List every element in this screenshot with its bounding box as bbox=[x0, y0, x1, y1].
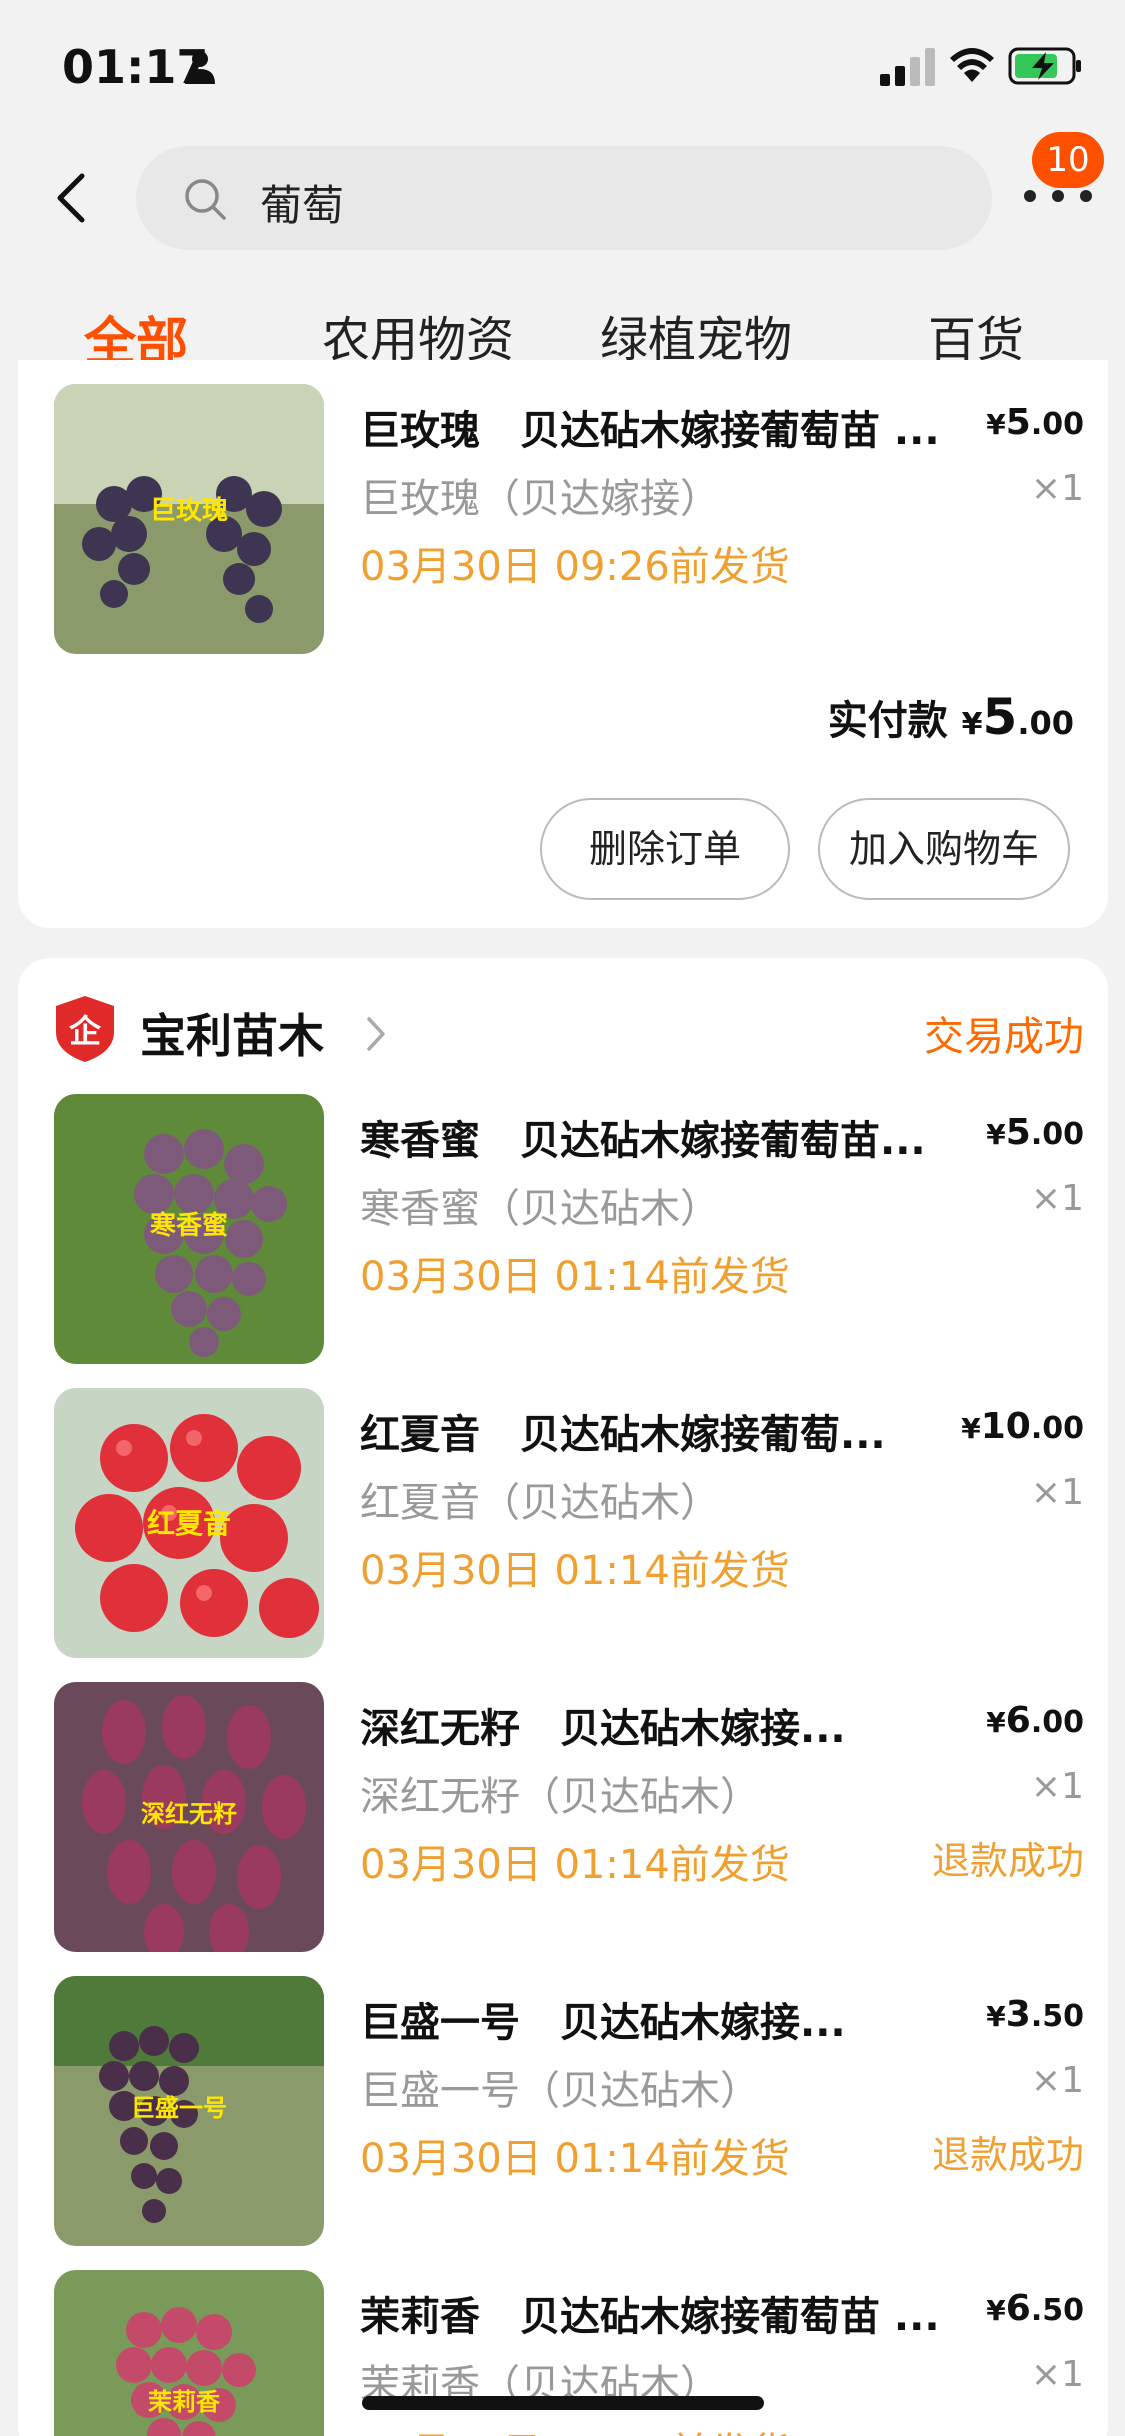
chevron-right-icon bbox=[367, 1017, 385, 1051]
add-to-cart-button[interactable]: 加入购物车 bbox=[818, 798, 1070, 900]
product-thumbnail[interactable]: 深红无籽 bbox=[54, 1682, 324, 1952]
shop-name[interactable]: 宝利苗木 bbox=[140, 1000, 324, 1066]
refund-status: 退款成功 bbox=[931, 2133, 1084, 2177]
shipping-deadline: 03月30日 01:14前发货 bbox=[360, 1254, 790, 1300]
wifi-icon bbox=[950, 48, 994, 82]
order-card: 巨玫瑰 巨玫瑰 贝达砧木嫁接葡萄苗 ... ¥5.00 巨玫瑰（贝达嫁接） ×1… bbox=[18, 360, 1108, 928]
shop-header[interactable]: 企 宝利苗木 交易成功 bbox=[54, 986, 1094, 1076]
product-price: ¥5.00 bbox=[986, 402, 1084, 443]
product-quantity: ×1 bbox=[1030, 2060, 1084, 2101]
product-sku: 寒香蜜（贝达砧木） bbox=[360, 1186, 720, 1232]
price-currency: ¥ bbox=[986, 1706, 1006, 1739]
price-decimal: .00 bbox=[1030, 1705, 1084, 1740]
product-sku: 巨盛一号（贝达砧木） bbox=[360, 2068, 760, 2114]
product-thumbnail[interactable]: 寒香蜜 bbox=[54, 1094, 324, 1364]
price-decimal: .50 bbox=[1030, 2293, 1084, 2328]
search-icon bbox=[185, 179, 226, 220]
notification-badge: 10 bbox=[1032, 132, 1104, 188]
search-input[interactable]: 葡萄 bbox=[136, 146, 992, 250]
shop-logo-icon: 企 bbox=[56, 996, 114, 1062]
order-item[interactable]: 巨盛一号 巨盛一号 贝达砧木嫁接... ¥3.50 巨盛一号（贝达砧木） ×1 … bbox=[54, 1976, 1094, 2246]
price-currency: ¥ bbox=[986, 2000, 1006, 2033]
paid-integer: 5 bbox=[982, 688, 1018, 746]
shipping-deadline: 03月30日 09:26前发货 bbox=[360, 544, 790, 590]
product-title[interactable]: 寒香蜜 贝达砧木嫁接葡萄苗... bbox=[360, 1108, 940, 1166]
product-thumbnail[interactable]: 巨盛一号 bbox=[54, 1976, 324, 2246]
order-item[interactable]: 深红无籽 深红无籽 贝达砧木嫁接... ¥6.00 深红无籽（贝达砧木） ×1 … bbox=[54, 1682, 1094, 1952]
price-currency: ¥ bbox=[961, 1412, 981, 1445]
product-title[interactable]: 深红无籽 贝达砧木嫁接... bbox=[360, 1696, 940, 1754]
signal-icon bbox=[880, 48, 935, 86]
shipping-deadline: 03月30日 01:14前发货 bbox=[360, 1548, 790, 1594]
product-price: ¥6.00 bbox=[986, 1700, 1084, 1741]
thumbnail-label: 茉莉香 bbox=[148, 2388, 221, 2416]
price-decimal: .00 bbox=[1030, 1117, 1084, 1152]
price-integer: 5 bbox=[1005, 402, 1031, 443]
product-sku: 巨玫瑰（贝达嫁接） bbox=[360, 476, 720, 522]
order-item[interactable]: 寒香蜜 寒香蜜 贝达砧木嫁接葡萄苗... ¥5.00 寒香蜜（贝达砧木） ×1 … bbox=[54, 1094, 1094, 1364]
price-integer: 3 bbox=[1005, 1994, 1031, 2035]
product-thumbnail[interactable]: 红夏音 bbox=[54, 1388, 324, 1658]
price-integer: 6 bbox=[1005, 1700, 1031, 1741]
thumbnail-label: 红夏音 bbox=[147, 1507, 231, 1540]
order-item[interactable]: 茉莉香 茉莉香 贝达砧木嫁接葡萄苗 ... ¥6.50 茉莉香（贝达砧木） ×1… bbox=[54, 2270, 1094, 2436]
product-title[interactable]: 巨盛一号 贝达砧木嫁接... bbox=[360, 1990, 940, 2048]
product-thumbnail[interactable]: 茉莉香 bbox=[54, 2270, 324, 2436]
status-bar: 01:17 bbox=[0, 0, 1125, 140]
product-sku: 红夏音（贝达砧木） bbox=[360, 1480, 720, 1526]
product-quantity: ×1 bbox=[1030, 2354, 1084, 2395]
product-price: ¥6.50 bbox=[986, 2288, 1084, 2329]
price-currency: ¥ bbox=[986, 2294, 1006, 2327]
price-currency: ¥ bbox=[986, 1118, 1006, 1151]
back-arrow-icon[interactable] bbox=[52, 170, 92, 226]
product-sku: 深红无籽（贝达砧木） bbox=[360, 1774, 760, 1820]
shipping-deadline: 03月30日 01:14前发货 bbox=[360, 1842, 790, 1888]
product-title[interactable]: 茉莉香 贝达砧木嫁接葡萄苗 ... bbox=[360, 2284, 940, 2342]
product-price: ¥10.00 bbox=[961, 1406, 1084, 1447]
paid-label: 实付款 bbox=[827, 698, 948, 744]
delete-order-button[interactable]: 删除订单 bbox=[540, 798, 790, 900]
thumbnail-label: 寒香蜜 bbox=[150, 1210, 228, 1241]
product-quantity: ×1 bbox=[1030, 1766, 1084, 1807]
person-icon bbox=[185, 51, 215, 84]
refund-status: 退款成功 bbox=[931, 1839, 1084, 1883]
home-indicator[interactable] bbox=[362, 2396, 764, 2410]
product-title[interactable]: 红夏音 贝达砧木嫁接葡萄... bbox=[360, 1402, 940, 1460]
search-query: 葡萄 bbox=[260, 181, 345, 230]
price-integer: 6 bbox=[1005, 2288, 1031, 2329]
product-thumbnail[interactable]: 巨玫瑰 bbox=[54, 384, 324, 654]
order-item[interactable]: 红夏音 红夏音 贝达砧木嫁接葡萄... ¥10.00 红夏音（贝达砧木） ×1 … bbox=[54, 1388, 1094, 1658]
paid-currency: ¥ bbox=[961, 707, 983, 742]
product-quantity: ×1 bbox=[1030, 1472, 1084, 1513]
product-quantity: ×1 bbox=[1030, 468, 1084, 509]
order-item[interactable]: 巨玫瑰 巨玫瑰 贝达砧木嫁接葡萄苗 ... ¥5.00 巨玫瑰（贝达嫁接） ×1… bbox=[54, 384, 1094, 654]
price-decimal: .00 bbox=[1030, 407, 1084, 442]
price-integer: 10 bbox=[980, 1406, 1031, 1447]
product-title[interactable]: 巨玫瑰 贝达砧木嫁接葡萄苗 ... bbox=[360, 398, 940, 456]
thumbnail-label: 巨盛一号 bbox=[131, 2094, 227, 2122]
thumbnail-label: 巨玫瑰 bbox=[150, 496, 228, 526]
svg-text:企: 企 bbox=[69, 1012, 102, 1050]
price-currency: ¥ bbox=[986, 408, 1006, 441]
product-quantity: ×1 bbox=[1030, 1178, 1084, 1219]
shipping-deadline: 03月30日 01:14前发货 bbox=[360, 2136, 790, 2182]
thumbnail-label: 深红无籽 bbox=[141, 1800, 237, 1828]
order-card: 企 宝利苗木 交易成功 寒香蜜 寒香蜜 贝达砧木嫁接葡萄苗... ¥5.00 寒… bbox=[18, 958, 1108, 2436]
price-decimal: .50 bbox=[1030, 1999, 1084, 2034]
shipping-deadline: 03月30日 01:14前发货 bbox=[360, 2420, 790, 2436]
price-integer: 5 bbox=[1005, 1112, 1031, 1153]
paid-decimal: .00 bbox=[1017, 704, 1074, 742]
product-price: ¥3.50 bbox=[986, 1994, 1084, 2035]
order-status: 交易成功 bbox=[924, 1014, 1084, 1060]
product-price: ¥5.00 bbox=[986, 1112, 1084, 1153]
price-decimal: .00 bbox=[1030, 1411, 1084, 1446]
paid-amount: 实付款 ¥5.00 bbox=[828, 688, 1074, 746]
battery-charging-icon bbox=[1008, 47, 1081, 85]
